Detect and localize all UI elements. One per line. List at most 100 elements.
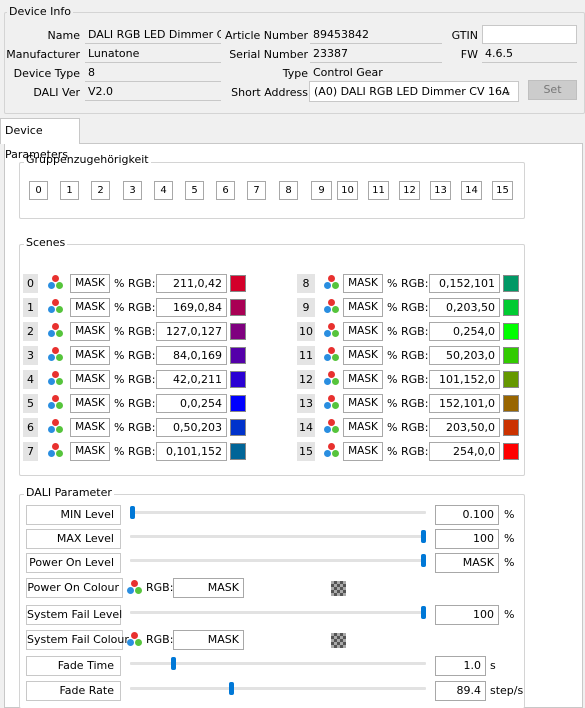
- scene-rgb-input[interactable]: 50,203,0: [429, 346, 500, 365]
- max-level-slider-track[interactable]: [130, 535, 426, 538]
- scene-index: 14: [297, 418, 315, 437]
- group-button-1[interactable]: 1: [60, 181, 79, 200]
- group-button-10[interactable]: 10: [337, 181, 358, 200]
- scene-mask-input[interactable]: MASK: [343, 274, 383, 293]
- device-info-title: Device Info: [7, 5, 73, 18]
- system-fail-level-input[interactable]: 100: [435, 605, 499, 625]
- min-level-input[interactable]: 0.100: [435, 505, 499, 525]
- scene-mask-input[interactable]: MASK: [70, 298, 110, 317]
- scene-mask-input[interactable]: MASK: [343, 394, 383, 413]
- scene-percent-label: %: [387, 301, 398, 314]
- scene-color-swatch[interactable]: [503, 299, 519, 316]
- fade-time-slider-thumb[interactable]: [171, 657, 176, 670]
- scene-mask-input[interactable]: MASK: [70, 418, 110, 437]
- scenes-title: Scenes: [24, 236, 68, 249]
- scene-rgb-input[interactable]: 42,0,211: [156, 370, 227, 389]
- scene-mask-input[interactable]: MASK: [70, 370, 110, 389]
- tab-device-parameters[interactable]: Device Parameters: [0, 118, 80, 161]
- scene-color-swatch[interactable]: [503, 323, 519, 340]
- power-on-level-slider-track[interactable]: [130, 559, 426, 562]
- group-button-12[interactable]: 12: [399, 181, 420, 200]
- scene-color-swatch[interactable]: [503, 275, 519, 292]
- group-button-7[interactable]: 7: [247, 181, 266, 200]
- max-level-input[interactable]: 100: [435, 529, 499, 549]
- power-on-colour-swatch[interactable]: [331, 581, 346, 596]
- power-on-level-slider-thumb[interactable]: [421, 554, 426, 567]
- group-button-4[interactable]: 4: [154, 181, 173, 200]
- system-fail-level-slider-track[interactable]: [130, 611, 426, 614]
- scene-color-swatch[interactable]: [230, 395, 246, 412]
- scene-color-swatch[interactable]: [503, 347, 519, 364]
- system-fail-level-slider-thumb[interactable]: [421, 606, 426, 619]
- scene-rgb-input[interactable]: 0,254,0: [429, 322, 500, 341]
- scene-rgb-input[interactable]: 84,0,169: [156, 346, 227, 365]
- group-button-2[interactable]: 2: [91, 181, 110, 200]
- scene-mask-input[interactable]: MASK: [343, 322, 383, 341]
- system-fail-colour-swatch[interactable]: [331, 633, 346, 648]
- scene-mask-input[interactable]: MASK: [343, 442, 383, 461]
- rgb-icon: [127, 632, 143, 648]
- scene-mask-input[interactable]: MASK: [70, 322, 110, 341]
- scene-mask-input[interactable]: MASK: [343, 298, 383, 317]
- min-level-slider-track[interactable]: [130, 511, 426, 514]
- scene-rgb-input[interactable]: 101,152,0: [429, 370, 500, 389]
- power-on-colour-rgb-label: RGB:: [146, 581, 174, 594]
- scene-color-swatch[interactable]: [503, 371, 519, 388]
- scene-rgb-input[interactable]: 0,203,50: [429, 298, 500, 317]
- group-button-13[interactable]: 13: [430, 181, 451, 200]
- scene-color-swatch[interactable]: [230, 371, 246, 388]
- scene-rgb-input[interactable]: 203,50,0: [429, 418, 500, 437]
- min-level-slider-thumb[interactable]: [130, 506, 135, 519]
- scene-index: 0: [23, 274, 38, 293]
- scene-rgb-label: RGB:: [401, 349, 429, 362]
- power-on-level-input[interactable]: MASK: [435, 553, 499, 573]
- group-button-0[interactable]: 0: [29, 181, 48, 200]
- scene-color-swatch[interactable]: [503, 395, 519, 412]
- system-fail-colour-input[interactable]: MASK: [173, 630, 244, 650]
- scene-mask-input[interactable]: MASK: [70, 394, 110, 413]
- scene-color-swatch[interactable]: [230, 275, 246, 292]
- rgb-icon: [48, 395, 64, 411]
- device-type-label: Device Type: [13, 67, 80, 80]
- power-on-colour-input[interactable]: MASK: [173, 578, 244, 598]
- scene-mask-input[interactable]: MASK: [70, 442, 110, 461]
- scene-rgb-input[interactable]: 0,152,101: [429, 274, 500, 293]
- group-button-3[interactable]: 3: [123, 181, 142, 200]
- scene-mask-input[interactable]: MASK: [70, 274, 110, 293]
- scene-rgb-input[interactable]: 211,0,42: [156, 274, 227, 293]
- scene-color-swatch[interactable]: [230, 419, 246, 436]
- scene-rgb-input[interactable]: 127,0,127: [156, 322, 227, 341]
- group-button-11[interactable]: 11: [368, 181, 389, 200]
- scene-mask-input[interactable]: MASK: [343, 370, 383, 389]
- scene-color-swatch[interactable]: [230, 347, 246, 364]
- scene-mask-input[interactable]: MASK: [343, 418, 383, 437]
- scene-rgb-input[interactable]: 152,101,0: [429, 394, 500, 413]
- scene-mask-input[interactable]: MASK: [343, 346, 383, 365]
- scene-color-swatch[interactable]: [230, 299, 246, 316]
- set-button[interactable]: Set: [528, 80, 577, 100]
- group-button-6[interactable]: 6: [216, 181, 235, 200]
- scene-rgb-label: RGB:: [128, 349, 156, 362]
- fade-rate-slider-thumb[interactable]: [229, 682, 234, 695]
- scene-rgb-input[interactable]: 0,101,152: [156, 442, 227, 461]
- fade-time-input[interactable]: 1.0: [435, 656, 486, 676]
- fade-rate-input[interactable]: 89.4: [435, 681, 486, 701]
- group-button-9[interactable]: 9: [311, 181, 332, 200]
- scene-rgb-input[interactable]: 0,0,254: [156, 394, 227, 413]
- scene-color-swatch[interactable]: [230, 323, 246, 340]
- fade-rate-slider-track[interactable]: [130, 687, 426, 690]
- group-button-8[interactable]: 8: [279, 181, 298, 200]
- scene-rgb-label: RGB:: [128, 325, 156, 338]
- scene-mask-input[interactable]: MASK: [70, 346, 110, 365]
- scene-color-swatch[interactable]: [503, 443, 519, 460]
- group-button-5[interactable]: 5: [185, 181, 204, 200]
- short-address-select[interactable]: (A0) DALI RGB LED Dimmer CV 16A ⌄: [309, 81, 519, 102]
- max-level-slider-thumb[interactable]: [421, 530, 426, 543]
- scene-rgb-input[interactable]: 169,0,84: [156, 298, 227, 317]
- scene-rgb-input[interactable]: 254,0,0: [429, 442, 500, 461]
- scene-color-swatch[interactable]: [230, 443, 246, 460]
- scene-color-swatch[interactable]: [503, 419, 519, 436]
- group-button-14[interactable]: 14: [461, 181, 482, 200]
- scene-rgb-input[interactable]: 0,50,203: [156, 418, 227, 437]
- group-button-15[interactable]: 15: [492, 181, 513, 200]
